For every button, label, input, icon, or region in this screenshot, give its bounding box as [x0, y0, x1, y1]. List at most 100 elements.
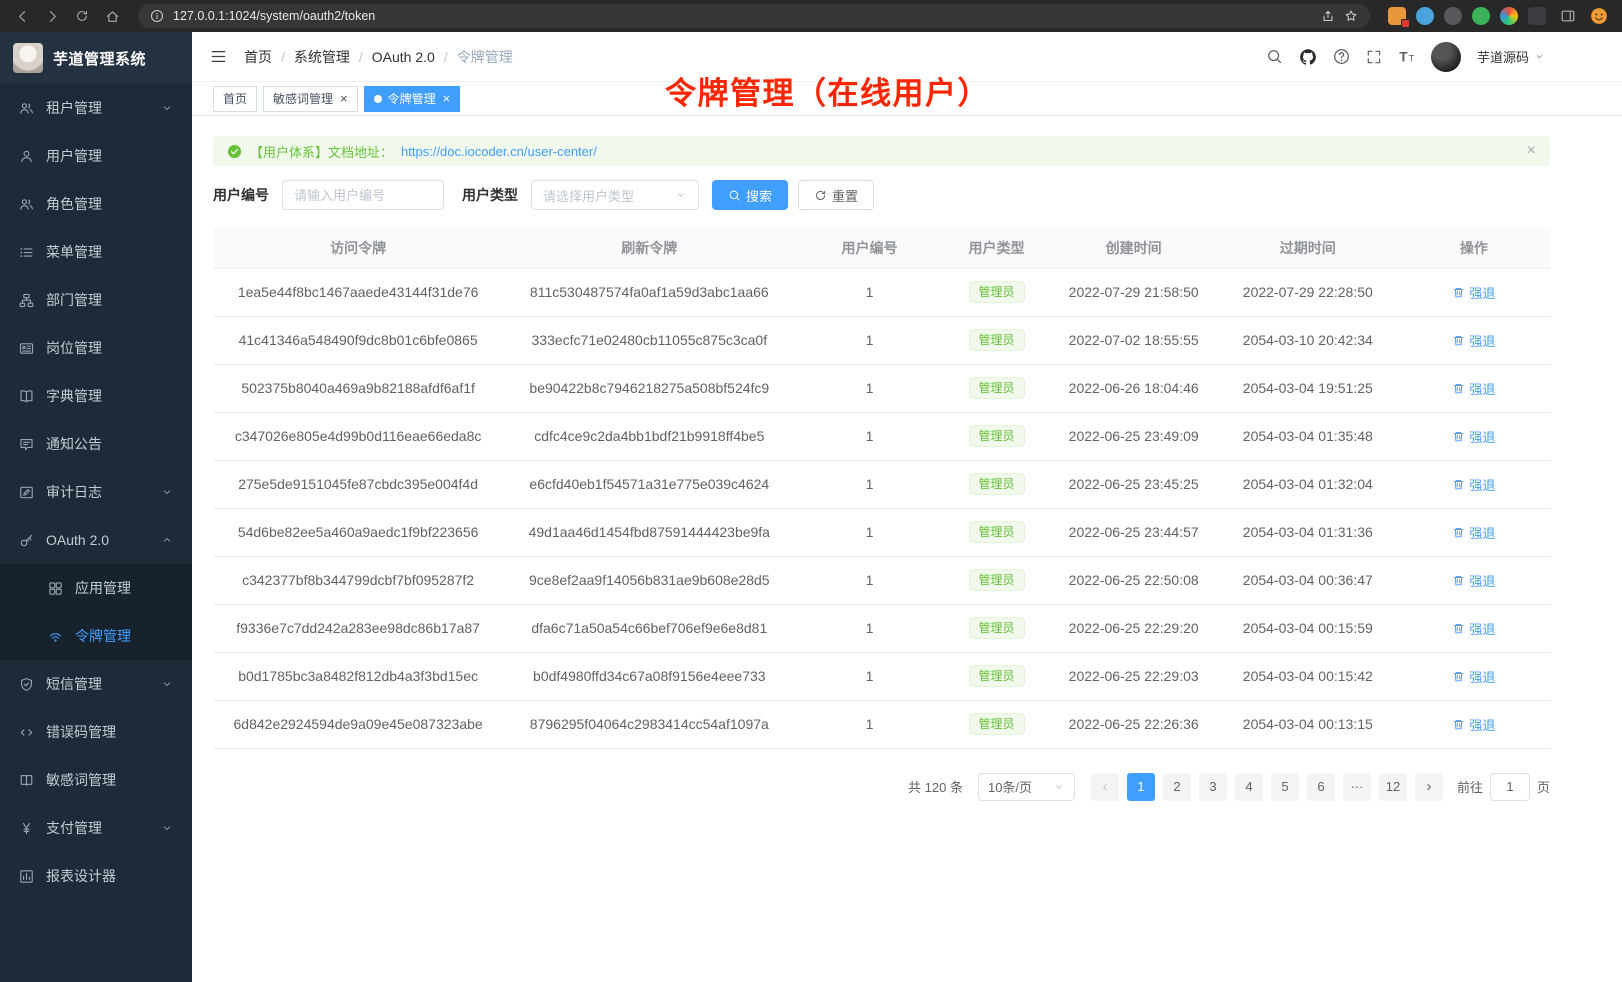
extension-icon[interactable] — [1388, 7, 1406, 25]
collapse-menu-icon[interactable] — [210, 48, 227, 65]
extension-icon[interactable] — [1472, 7, 1490, 25]
page-button[interactable]: 12 — [1379, 773, 1407, 801]
search-button[interactable]: 搜索 — [712, 180, 788, 210]
force-logout-button[interactable]: 强退 — [1452, 283, 1495, 302]
sidebar-item-menu[interactable]: 菜单管理 — [0, 228, 192, 276]
share-icon[interactable] — [1321, 9, 1335, 23]
close-icon[interactable]: × — [340, 92, 348, 105]
expire-time-cell: 2054-03-04 01:32:04 — [1218, 460, 1398, 508]
sidebar-item-user[interactable]: 用户管理 — [0, 132, 192, 180]
force-logout-button[interactable]: 强退 — [1452, 715, 1495, 734]
page-button[interactable]: 4 — [1235, 773, 1263, 801]
force-logout-button[interactable]: 强退 — [1452, 571, 1495, 590]
page-more-button[interactable]: ··· — [1343, 773, 1371, 801]
sidebar-item-oauth2[interactable]: OAuth 2.0 — [0, 516, 192, 564]
user-menu[interactable]: 芋道源码 — [1477, 47, 1545, 66]
browser-home-button[interactable] — [100, 4, 124, 28]
search-icon[interactable] — [1266, 48, 1283, 65]
sidebar-item-oauth2-app[interactable]: 应用管理 — [0, 564, 192, 612]
help-icon[interactable] — [1333, 48, 1350, 65]
force-logout-button[interactable]: 强退 — [1452, 523, 1495, 542]
address-bar[interactable]: 127.0.0.1:1024/system/oauth2/token — [138, 4, 1370, 28]
refresh-token-cell: 333ecfc71e02480cb11055c875c3ca0f — [503, 316, 795, 364]
sidebar-item-audit-log[interactable]: 审计日志 — [0, 468, 192, 516]
key-icon — [19, 533, 34, 548]
extension-icon[interactable] — [1416, 7, 1434, 25]
user-id-cell: 1 — [795, 316, 943, 364]
page-button[interactable]: 5 — [1271, 773, 1299, 801]
expire-time-cell: 2022-07-29 22:28:50 — [1218, 268, 1398, 316]
close-icon[interactable]: × — [443, 92, 451, 105]
force-logout-button[interactable]: 强退 — [1452, 667, 1495, 686]
tab-sensitive-word[interactable]: 敏感词管理 × — [263, 86, 358, 112]
table-row: f9336e7c7dd242a283ee98dc86b17a87 dfa6c71… — [213, 604, 1550, 652]
sidebar-item-sms[interactable]: 短信管理 — [0, 660, 192, 708]
tab-label: 首页 — [223, 90, 247, 107]
table-row: 1ea5e44f8bc1467aaede43144f31de76 811c530… — [213, 268, 1550, 316]
tab-token[interactable]: 令牌管理 × — [364, 86, 461, 112]
app-logo[interactable]: 芋道管理系统 — [0, 32, 192, 84]
goto-input[interactable] — [1490, 773, 1530, 801]
user-type-select[interactable]: 请选择用户类型 — [531, 180, 699, 210]
goto-suffix: 页 — [1537, 777, 1550, 796]
browser-back-button[interactable] — [10, 4, 34, 28]
doc-link[interactable]: https://doc.iocoder.cn/user-center/ — [401, 144, 597, 159]
prev-page-button[interactable]: ‹ — [1091, 773, 1119, 801]
force-logout-button[interactable]: 强退 — [1452, 619, 1495, 638]
font-size-icon[interactable]: TT — [1398, 48, 1415, 65]
breadcrumb-item[interactable]: 首页 — [244, 47, 272, 67]
breadcrumb-item[interactable]: 系统管理 — [294, 47, 350, 67]
side-panel-icon[interactable] — [1556, 4, 1580, 28]
sidebar-item-post[interactable]: 岗位管理 — [0, 324, 192, 372]
tab-home[interactable]: 首页 — [213, 86, 257, 112]
extension-icon[interactable] — [1528, 7, 1546, 25]
sidebar-item-sensitive-word[interactable]: 敏感词管理 — [0, 756, 192, 804]
breadcrumb-item[interactable]: OAuth 2.0 — [372, 49, 435, 65]
yen-icon — [19, 821, 34, 836]
site-info-icon[interactable] — [150, 9, 164, 23]
browser-refresh-button[interactable] — [70, 4, 94, 28]
page-button[interactable]: 6 — [1307, 773, 1335, 801]
browser-forward-button[interactable] — [40, 4, 64, 28]
user-avatar[interactable] — [1431, 42, 1461, 72]
browser-chrome: 127.0.0.1:1024/system/oauth2/token — [0, 0, 1622, 32]
refresh-token-cell: dfa6c71a50a54c66bef706ef9e6e8d81 — [503, 604, 795, 652]
profile-avatar[interactable] — [1590, 7, 1608, 25]
alert-text: 【用户体系】文档地址： — [250, 142, 393, 161]
alert-close-icon[interactable]: × — [1527, 142, 1536, 160]
bookmark-star-icon[interactable] — [1344, 9, 1358, 23]
action-cell: 强退 — [1398, 364, 1550, 412]
sidebar-item-notice[interactable]: 通知公告 — [0, 420, 192, 468]
sidebar-item-label: 用户管理 — [46, 146, 102, 166]
sidebar-item-label: 支付管理 — [46, 818, 102, 838]
page-button[interactable]: 1 — [1127, 773, 1155, 801]
sidebar-item-oauth2-token[interactable]: 令牌管理 — [0, 612, 192, 660]
table-row: c347026e805e4d99b0d116eae66eda8c cdfc4ce… — [213, 412, 1550, 460]
force-logout-button[interactable]: 强退 — [1452, 475, 1495, 494]
sidebar-item-role[interactable]: 角色管理 — [0, 180, 192, 228]
fullscreen-icon[interactable] — [1366, 49, 1382, 65]
page-button[interactable]: 3 — [1199, 773, 1227, 801]
github-icon[interactable] — [1299, 48, 1317, 66]
table-row: 54d6be82ee5a460a9aedc1f9bf223656 49d1aa4… — [213, 508, 1550, 556]
sidebar-item-pay[interactable]: 支付管理 — [0, 804, 192, 852]
force-logout-button[interactable]: 强退 — [1452, 379, 1495, 398]
page-button[interactable]: 2 — [1163, 773, 1191, 801]
extension-icon[interactable] — [1500, 7, 1518, 25]
user-id-input[interactable] — [282, 180, 444, 210]
extension-icon[interactable] — [1444, 7, 1462, 25]
reset-button[interactable]: 重置 — [798, 180, 874, 210]
user-type-cell: 管理员 — [944, 700, 1050, 748]
sidebar-item-error-code[interactable]: 错误码管理 — [0, 708, 192, 756]
select-placeholder: 请选择用户类型 — [543, 186, 634, 205]
sidebar-item-report-designer[interactable]: 报表设计器 — [0, 852, 192, 900]
force-logout-button[interactable]: 强退 — [1452, 427, 1495, 446]
next-page-button[interactable]: › — [1415, 773, 1443, 801]
page-size-select[interactable]: 10条/页 — [978, 773, 1075, 801]
sidebar-item-dept[interactable]: 部门管理 — [0, 276, 192, 324]
sidebar-item-dict[interactable]: 字典管理 — [0, 372, 192, 420]
force-logout-button[interactable]: 强退 — [1452, 331, 1495, 350]
trash-icon — [1452, 286, 1465, 299]
create-time-cell: 2022-06-25 22:26:36 — [1050, 700, 1218, 748]
sidebar-item-tenant[interactable]: 租户管理 — [0, 84, 192, 132]
